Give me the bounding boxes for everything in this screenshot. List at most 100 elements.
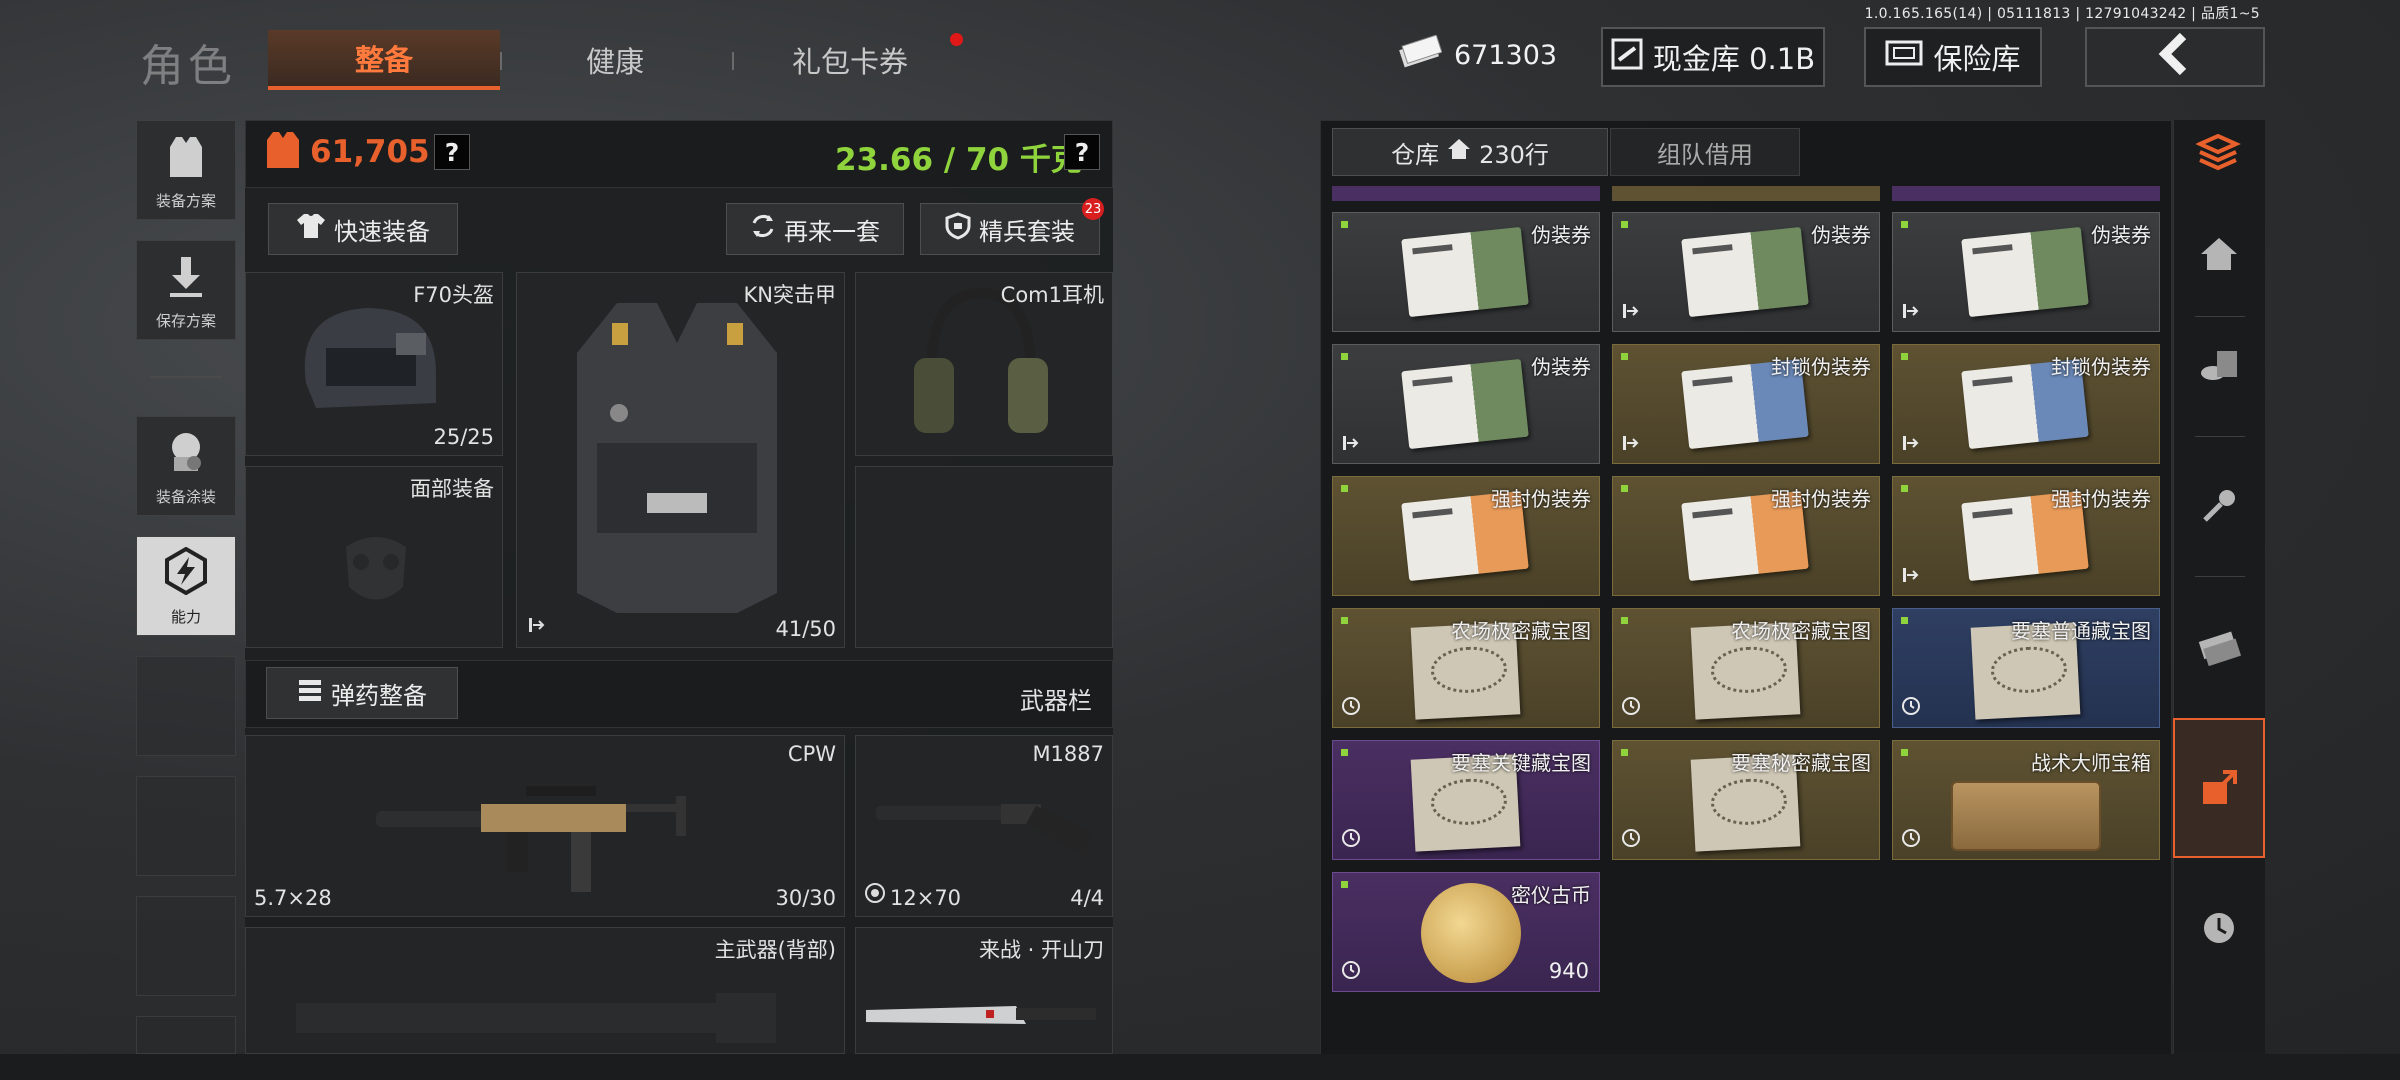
tab-gift-cards[interactable]: 礼包卡券 [740, 30, 960, 90]
rarity-marker [1901, 221, 1908, 228]
tab-prepare[interactable]: 整备 [268, 30, 500, 90]
storage-out-icon[interactable] [2173, 718, 2265, 858]
empty-slot[interactable] [855, 466, 1113, 648]
cash-stack-icon[interactable] [2173, 600, 2265, 692]
magazine-count: 4/4 [1070, 886, 1104, 910]
slot-name: M1887 [1032, 742, 1104, 766]
sidebar-item-label: 装备方案 [155, 192, 216, 210]
coins-icon[interactable] [2173, 320, 2265, 412]
inventory-item[interactable]: 伪装券 [1612, 212, 1880, 332]
inventory-item[interactable]: 强封伪装券 [1612, 476, 1880, 596]
sidebar-item-label: 装备涂装 [155, 488, 216, 506]
rarity-marker [1341, 881, 1348, 888]
rarity-marker [1621, 485, 1628, 492]
item-name: 封锁伪装券 [1771, 355, 1871, 379]
sidebar-empty-slot [136, 776, 236, 876]
version-info: 1.0.165.165(14) | 05111813 | 12791043242… [1864, 6, 2260, 22]
helmet-image [304, 308, 436, 408]
inventory-item[interactable]: 要塞关键藏宝图 [1332, 740, 1600, 860]
tab-team-borrow[interactable]: 组队借用 [1610, 128, 1800, 176]
sidebar-empty-slot [136, 656, 236, 756]
sort-icon[interactable] [2173, 108, 2265, 200]
ammo-prep-button[interactable]: 弹药整备 [266, 667, 458, 719]
slot-name: KN突击甲 [743, 283, 836, 307]
primary-weapon-slot[interactable]: CPW 5.7×28 30/30 [245, 735, 845, 917]
key-icon[interactable] [2173, 460, 2265, 552]
inventory-item[interactable]: 要塞秘密藏宝图 [1612, 740, 1880, 860]
again-button[interactable]: 再来一套 [726, 203, 904, 255]
inventory-item[interactable]: 伪装券 [1332, 212, 1600, 332]
timer-icon [1901, 828, 1921, 853]
inventory-item[interactable]: 农场极密藏宝图 [1332, 608, 1600, 728]
weight-display: 23.66 / 70 千克 [835, 142, 1082, 178]
partial-cell [1892, 186, 2160, 201]
inventory-item[interactable]: 封锁伪装券 [1612, 344, 1880, 464]
timer-icon [1341, 828, 1361, 853]
rarity-marker [1341, 221, 1348, 228]
help-icon[interactable]: ? [434, 134, 470, 170]
quick-equip-label: 快速装备 [334, 217, 430, 246]
coin-image [1421, 883, 1521, 983]
back-weapon-slot[interactable]: 主武器(背部) [245, 927, 845, 1054]
inventory-item[interactable]: 强封伪装券 [1892, 476, 2160, 596]
inventory-item[interactable]: 伪装券 [1892, 212, 2160, 332]
safe-button[interactable]: 保险库 [1864, 27, 2042, 87]
chevron-left-icon [2155, 32, 2195, 83]
shirt-icon [296, 212, 326, 246]
machete-image [866, 1006, 1096, 1024]
sidebar-item-loadout-plan[interactable]: 装备方案 [136, 120, 236, 220]
back-button[interactable] [2085, 27, 2265, 87]
slot-name: CPW [787, 742, 836, 766]
sidebar-item-ability[interactable]: 能力 [136, 536, 236, 636]
shield-icon [945, 212, 971, 246]
elite-set-label: 精兵套装 [979, 217, 1075, 246]
inventory-item[interactable]: 伪装券 [1332, 344, 1600, 464]
notification-badge: 23 [1082, 198, 1104, 220]
home-icon [1447, 138, 1471, 166]
home-icon[interactable] [2173, 208, 2265, 300]
inventory-item[interactable]: 密仪古币 940 [1332, 872, 1600, 992]
weapon-bar-label: 武器栏 [1020, 687, 1092, 715]
armor-value-icon [265, 130, 301, 179]
cash-display: 671303 [1398, 32, 1563, 78]
safe-icon [1885, 40, 1923, 75]
rarity-marker [1901, 485, 1908, 492]
chest-image [1951, 781, 2101, 851]
back-weapon-silhouette [296, 993, 776, 1043]
camo-card-image [1681, 226, 1809, 318]
melee-slot[interactable]: 来战 · 开山刀 [855, 927, 1113, 1054]
partial-cell [1332, 186, 1600, 201]
clock-icon[interactable] [2173, 882, 2265, 974]
sidebar-item-save-plan[interactable]: 保存方案 [136, 240, 236, 340]
sidebar-item-camo[interactable]: 装备涂装 [136, 416, 236, 516]
slot-name: 来战 · 开山刀 [978, 938, 1104, 962]
quick-equip-button[interactable]: 快速装备 [268, 203, 458, 255]
camo-icon [164, 429, 208, 482]
notification-dot [950, 33, 963, 46]
sidebar-empty-slot [136, 1016, 236, 1054]
rarity-marker [1341, 617, 1348, 624]
secondary-weapon-slot[interactable]: M1887 12×70 4/4 [855, 735, 1113, 917]
inventory-item[interactable]: 战术大师宝箱 [1892, 740, 2160, 860]
inventory-item[interactable]: 封锁伪装券 [1892, 344, 2160, 464]
armor-slot[interactable]: KN突击甲 41/50 [516, 272, 845, 648]
inventory-item[interactable]: 强封伪装券 [1332, 476, 1600, 596]
cash-vault-button[interactable]: 现金库 0.1B [1601, 27, 1825, 87]
tab-health[interactable]: 健康 [510, 30, 720, 90]
item-name: 要塞普通藏宝图 [2011, 619, 2151, 643]
inventory-item[interactable]: 要塞普通藏宝图 [1892, 608, 2160, 728]
vault-label: 现金库 0.1B [1652, 42, 1816, 76]
elite-set-button[interactable]: 精兵套装 [920, 203, 1100, 255]
inventory-item[interactable]: 农场极密藏宝图 [1612, 608, 1880, 728]
timer-icon [1901, 696, 1921, 721]
item-count: 940 [1548, 959, 1589, 983]
rail-divider [2195, 316, 2245, 317]
face-slot[interactable]: 面部装备 [245, 466, 503, 648]
helmet-slot[interactable]: F70头盔 25/25 [245, 272, 503, 456]
slot-name: 面部装备 [410, 477, 494, 501]
exit-icon [1341, 434, 1359, 457]
tab-storage[interactable]: 仓库 230行 [1332, 128, 1608, 176]
help-icon[interactable]: ? [1064, 134, 1100, 170]
sidebar-item-label: 能力 [170, 608, 201, 626]
headset-slot[interactable]: Com1耳机 [855, 272, 1113, 456]
